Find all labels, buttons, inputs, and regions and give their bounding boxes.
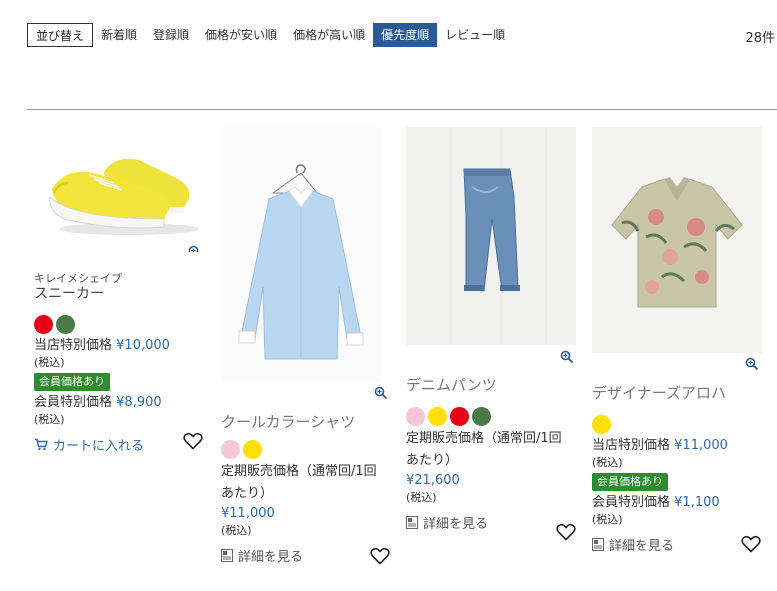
- product-card-shirt: クールカラーシャツ 定期販売価格（通常回/1回あたり） ¥11,000 (税込)…: [221, 127, 391, 565]
- price-value: ¥11,000: [674, 438, 728, 453]
- member-price-value: ¥8,900: [116, 395, 162, 410]
- result-count: 28件: [745, 31, 775, 46]
- view-details-button[interactable]: 詳細を見る: [221, 546, 391, 565]
- tax-note: (税込): [221, 524, 252, 537]
- price-label: 定期販売価格（通常回/1回あたり）: [406, 431, 562, 468]
- product-image[interactable]: [34, 127, 204, 252]
- price-label: 定期販売価格（通常回/1回あたり）: [221, 464, 377, 501]
- color-swatches: [592, 415, 762, 434]
- swatch-yellow[interactable]: [592, 415, 611, 434]
- view-details-button[interactable]: 詳細を見る: [592, 535, 762, 554]
- sneaker-image: [49, 158, 199, 235]
- sort-bar: 並び替え 新着順 登録順 価格が安い順 価格が高い順 優先度順 レビュー順: [27, 22, 513, 48]
- color-swatches: [34, 315, 204, 334]
- tax-note: (税込): [406, 491, 437, 504]
- product-brand: キレイメシェイプ: [34, 272, 122, 285]
- product-name[interactable]: デニムパンツ: [406, 375, 576, 395]
- product-image[interactable]: [592, 127, 762, 353]
- zoom-icon[interactable]: [188, 244, 202, 252]
- view-details-label: 詳細を見る: [609, 539, 675, 554]
- price-label: 当店特別価格: [592, 438, 671, 453]
- denim-image: [406, 127, 576, 345]
- member-tax-note: (税込): [592, 513, 623, 526]
- product-name[interactable]: スニーカー: [34, 285, 204, 303]
- document-icon: [592, 538, 604, 551]
- sort-option-price-low[interactable]: 価格が安い順: [197, 23, 285, 47]
- tax-note: (税込): [34, 356, 65, 369]
- favorite-heart-icon[interactable]: [183, 432, 203, 450]
- product-name[interactable]: クールカラーシャツ: [221, 412, 391, 432]
- product-card-aloha: デザイナーズアロハ 当店特別価格 ¥11,000 (税込) 会員価格あり 会員特…: [592, 127, 762, 554]
- zoom-icon[interactable]: [560, 349, 574, 364]
- price-value: ¥10,000: [116, 338, 170, 353]
- member-price-badge: 会員価格あり: [34, 373, 110, 391]
- sort-option-price-high[interactable]: 価格が高い順: [285, 23, 373, 47]
- price-label: 当店特別価格: [34, 338, 113, 353]
- favorite-heart-icon[interactable]: [741, 535, 761, 553]
- product-image[interactable]: [221, 127, 381, 382]
- favorite-heart-icon[interactable]: [556, 523, 576, 541]
- color-swatches: [221, 440, 391, 459]
- view-details-label: 詳細を見る: [238, 550, 304, 565]
- shirt-image: [221, 127, 381, 382]
- tax-note: (税込): [592, 456, 623, 469]
- zoom-icon[interactable]: [745, 356, 759, 371]
- price-row: 当店特別価格 ¥11,000: [592, 436, 762, 455]
- swatch-green[interactable]: [56, 315, 75, 334]
- member-price-row: 会員特別価格 ¥1,100: [592, 493, 762, 512]
- view-details-label: 詳細を見る: [423, 517, 489, 532]
- sort-option-review[interactable]: レビュー順: [437, 23, 513, 47]
- price-value: ¥11,000: [221, 506, 275, 521]
- sort-option-priority[interactable]: 優先度順: [373, 23, 438, 47]
- sort-option-newest[interactable]: 新着順: [93, 23, 145, 47]
- swatch-red[interactable]: [450, 407, 469, 426]
- color-swatches: [406, 407, 576, 426]
- zoom-icon[interactable]: [374, 385, 388, 400]
- product-name[interactable]: デザイナーズアロハ: [592, 383, 762, 403]
- product-card-sneaker: キレイメシェイプ スニーカー 当店特別価格 ¥10,000 (税込) 会員価格あ…: [34, 127, 204, 454]
- cart-icon: [35, 438, 48, 451]
- document-icon: [406, 516, 418, 529]
- member-price-value: ¥1,100: [674, 495, 720, 510]
- member-tax-note: (税込): [34, 413, 65, 426]
- aloha-shirt-image: [592, 127, 762, 353]
- add-to-cart-label: カートに入れる: [53, 439, 145, 454]
- member-price-label: 会員特別価格: [592, 495, 671, 510]
- swatch-pink[interactable]: [406, 407, 425, 426]
- member-price-row: 会員特別価格 ¥8,900: [34, 393, 204, 412]
- view-details-button[interactable]: 詳細を見る: [406, 513, 576, 532]
- swatch-pink[interactable]: [221, 440, 240, 459]
- document-icon: [221, 549, 233, 562]
- member-price-badge: 会員価格あり: [592, 473, 668, 491]
- swatch-yellow[interactable]: [428, 407, 447, 426]
- member-price-label: 会員特別価格: [34, 395, 113, 410]
- swatch-green[interactable]: [472, 407, 491, 426]
- favorite-heart-icon[interactable]: [370, 547, 390, 565]
- product-image[interactable]: [406, 127, 576, 345]
- divider: [27, 109, 777, 110]
- sort-label: 並び替え: [27, 23, 94, 47]
- add-to-cart-button[interactable]: カートに入れる: [34, 435, 204, 454]
- price-value: ¥21,600: [406, 473, 460, 488]
- sort-option-registered[interactable]: 登録順: [145, 23, 197, 47]
- swatch-red[interactable]: [34, 315, 53, 334]
- product-card-denim: デニムパンツ 定期販売価格（通常回/1回あたり） ¥21,600 (税込) 詳細…: [406, 127, 576, 541]
- swatch-yellow[interactable]: [243, 440, 262, 459]
- price-row: 当店特別価格 ¥10,000: [34, 336, 204, 355]
